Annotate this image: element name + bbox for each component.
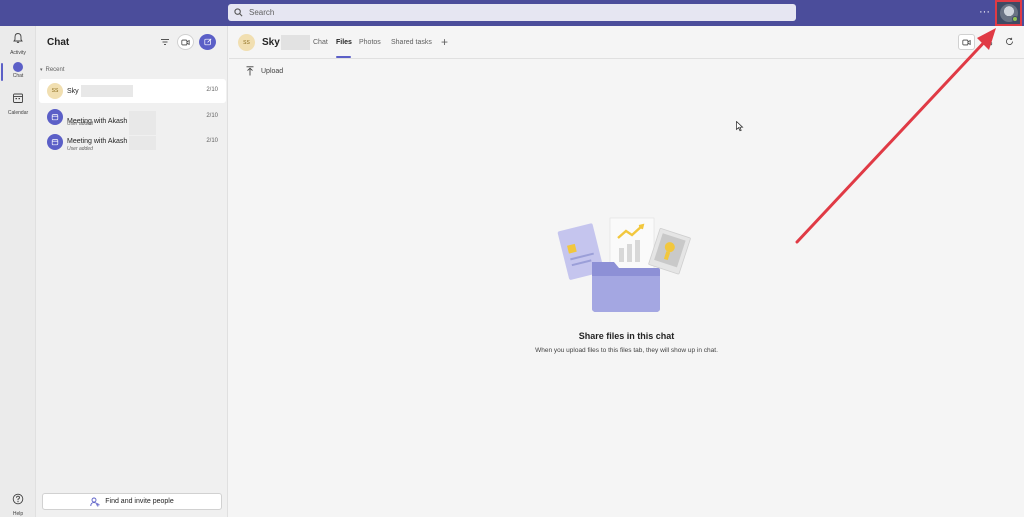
audio-call-button[interactable] <box>980 34 997 50</box>
search-icon <box>234 7 245 18</box>
compose-icon <box>203 33 212 51</box>
empty-state-subtitle: When you upload files to this files tab,… <box>535 347 718 354</box>
chat-panel-title: Chat <box>47 37 70 48</box>
refresh-button[interactable] <box>1001 34 1018 50</box>
meet-now-button[interactable] <box>177 34 194 50</box>
bell-icon <box>12 31 24 49</box>
tab-chat[interactable]: Chat <box>313 39 328 46</box>
calendar-icon <box>47 134 63 150</box>
calendar-icon <box>47 109 63 125</box>
chat-item-date: 2/10 <box>206 138 218 144</box>
chat-item-subtitle: User added <box>67 145 93 152</box>
list-item[interactable]: Meeting with Akash User added 2/10 <box>39 130 226 154</box>
add-tab-button[interactable]: + <box>441 35 448 49</box>
chat-icon <box>13 62 23 72</box>
list-item[interactable]: Meeting with Akash User added 2/10 <box>39 105 226 135</box>
avatar: SS <box>238 34 255 51</box>
upload-button[interactable]: Upload <box>246 66 283 76</box>
section-label: Recent <box>45 67 65 73</box>
chevron-down-icon: ▾ <box>40 67 43 73</box>
find-and-invite-label: Find and invite people <box>105 498 174 505</box>
mouse-pointer-icon <box>736 119 744 137</box>
rail-item-calendar[interactable]: Calendar <box>0 91 36 116</box>
redacted-name <box>281 35 310 50</box>
filter-button[interactable] <box>158 36 172 48</box>
title-bar: Search ··· <box>0 0 1024 26</box>
rail-item-activity[interactable]: Activity <box>0 31 36 56</box>
add-person-icon <box>90 497 100 507</box>
new-chat-button[interactable] <box>199 34 216 50</box>
empty-state-title: Share files in this chat <box>578 331 675 341</box>
upload-icon <box>246 66 254 76</box>
tab-photos[interactable]: Photos <box>359 39 381 46</box>
avatar: SS <box>47 83 63 99</box>
chat-header: SS Sky Chat Files Photos Shared tasks + <box>229 26 1024 59</box>
video-camera-icon <box>181 33 190 51</box>
rail-label-help: Help <box>12 511 24 517</box>
chat-item-date: 2/10 <box>206 87 218 93</box>
chat-item-date: 2/10 <box>206 113 218 119</box>
rail-item-help[interactable]: Help <box>0 492 36 517</box>
recent-section-header[interactable]: ▾ Recent <box>40 67 65 73</box>
chat-item-name: Sky <box>67 87 79 95</box>
chat-item-subtitle: User added <box>67 120 93 127</box>
rail-label-calendar: Calendar <box>7 110 29 116</box>
upload-label: Upload <box>261 67 284 75</box>
tab-shared-tasks[interactable]: Shared tasks <box>391 39 432 46</box>
search-input[interactable]: Search <box>228 4 796 21</box>
tab-files[interactable]: Files <box>336 39 352 46</box>
chat-title: Sky <box>262 37 280 48</box>
rail-label-activity: Activity <box>10 50 26 56</box>
rail-item-chat[interactable]: Chat <box>0 61 36 81</box>
empty-files-illustration <box>556 216 696 321</box>
refresh-icon <box>1005 33 1014 51</box>
filter-icon <box>160 33 170 51</box>
main-content: SS Sky Chat Files Photos Shared tasks + <box>229 26 1024 517</box>
video-call-button[interactable] <box>958 34 975 50</box>
phone-icon <box>984 33 993 51</box>
help-icon <box>12 492 24 510</box>
find-and-invite-button[interactable]: Find and invite people <box>42 493 222 510</box>
chat-item-name: Meeting with Akash <box>67 137 128 145</box>
list-item[interactable]: SS Sky 2/10 <box>39 79 226 103</box>
chat-list-panel: Chat ▾ Recent SS Sky 2/10 Meeting with A… <box>36 26 228 517</box>
profile-avatar-button[interactable] <box>995 0 1022 26</box>
search-placeholder: Search <box>249 8 275 17</box>
active-tab-indicator <box>336 56 351 58</box>
calendar-icon <box>12 91 24 109</box>
video-camera-icon <box>962 33 971 51</box>
rail-label-chat: Chat <box>12 73 24 79</box>
presence-status-icon <box>1012 16 1018 22</box>
more-options-button[interactable]: ··· <box>979 6 990 18</box>
app-rail: Activity Chat Calendar Help <box>0 26 36 517</box>
